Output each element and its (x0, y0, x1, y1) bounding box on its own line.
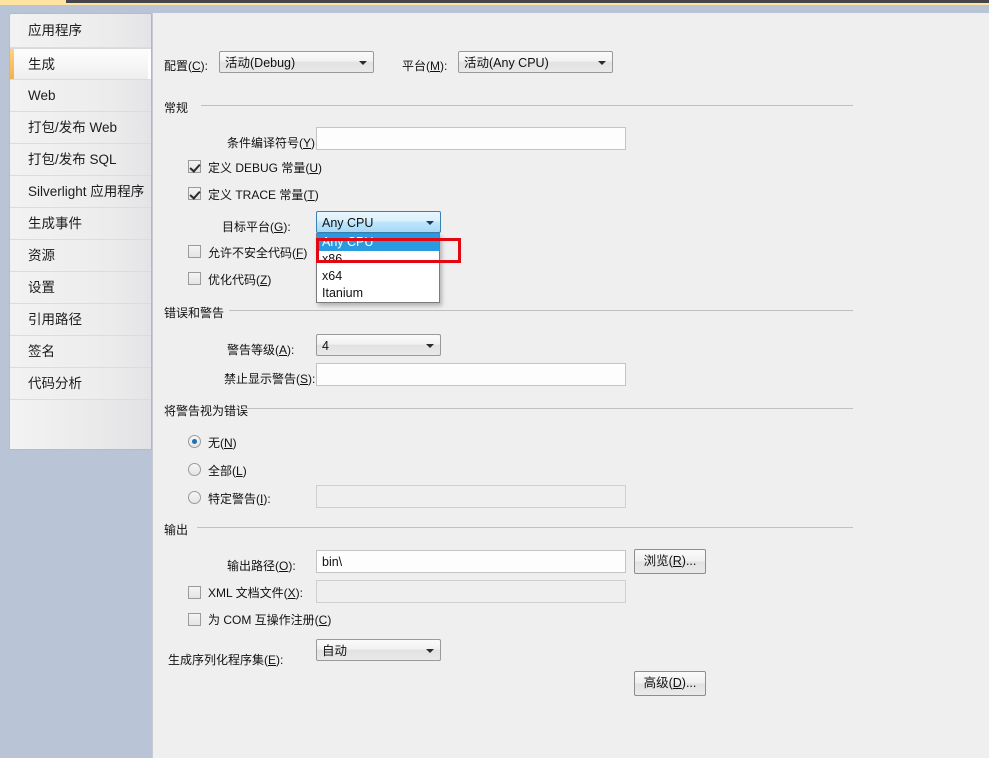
define-trace-label: 定义 TRACE 常量(T) (208, 188, 319, 202)
sidebar-tabs: 应用程序 生成 Web 打包/发布 Web 打包/发布 SQL Silverli… (9, 13, 152, 450)
suppress-warnings-input[interactable] (316, 363, 626, 386)
warnings-all-label: 全部(L) (208, 464, 247, 478)
chevron-down-icon (598, 61, 606, 65)
dropdown-option-itanium[interactable]: Itanium (317, 285, 439, 302)
optimize-code-label: 优化代码(Z) (208, 273, 272, 287)
dropdown-option-label: x64 (322, 269, 343, 283)
titlebar-blue-strip (0, 5, 989, 13)
warnings-as-errors-group-title: 将警告视为错误 (164, 404, 249, 418)
target-platform-dropdown-list[interactable]: Any CPU x86 x64 Itanium (316, 233, 440, 303)
sidebar-item-label: Web (28, 88, 56, 103)
specific-warnings-input[interactable] (316, 485, 626, 508)
dropdown-option-label: x86 (322, 252, 343, 266)
sidebar-item-label: Silverlight 应用程序 (28, 184, 145, 199)
output-path-label: 输出路径(O): (227, 559, 296, 573)
build-settings-panel: 配置(C): 活动(Debug) 平台(M): 活动(Any CPU) 常规 条… (152, 13, 989, 758)
warnings-as-errors-group-divider (243, 408, 853, 409)
chevron-down-icon (426, 649, 434, 653)
define-debug-label: 定义 DEBUG 常量(U) (208, 161, 323, 175)
sidebar-item-label: 签名 (28, 344, 55, 359)
sidebar-item-signing[interactable]: 签名 (10, 336, 151, 368)
titlebar-dark-strip (66, 0, 989, 3)
sidebar-item-package-sql[interactable]: 打包/发布 SQL (10, 144, 151, 176)
configuration-value: 活动(Debug) (225, 56, 296, 70)
sidebar-item-label: 打包/发布 Web (28, 120, 118, 135)
com-interop-label: 为 COM 互操作注册(C) (208, 613, 332, 627)
configuration-label: 配置(C): (164, 59, 209, 73)
sidebar-item-label: 设置 (28, 280, 55, 295)
conditional-symbols-label: 条件编译符号(Y): (227, 136, 319, 150)
sidebar-item-label: 应用程序 (28, 23, 82, 38)
sidebar-item-label: 生成 (28, 57, 55, 72)
serialization-label: 生成序列化程序集(E): (168, 653, 284, 667)
sidebar-item-build[interactable]: 生成 (10, 48, 151, 80)
sidebar-angled-cut (9, 444, 161, 486)
chevron-down-icon (426, 344, 434, 348)
serialization-value: 自动 (322, 644, 348, 658)
target-platform-combobox[interactable]: Any CPU (316, 211, 441, 233)
dropdown-option-x64[interactable]: x64 (317, 268, 439, 285)
target-platform-label: 目标平台(G): (222, 220, 291, 234)
sidebar-item-label: 打包/发布 SQL (28, 152, 117, 167)
configuration-combobox[interactable]: 活动(Debug) (219, 51, 374, 73)
output-path-value: bin\ (322, 555, 343, 569)
chevron-down-icon (359, 61, 367, 65)
sidebar-item-build-events[interactable]: 生成事件 (10, 208, 151, 240)
serialization-combobox[interactable]: 自动 (316, 639, 441, 661)
chevron-down-icon (426, 221, 434, 225)
platform-combobox[interactable]: 活动(Any CPU) (458, 51, 613, 73)
sidebar-item-label: 资源 (28, 248, 55, 263)
output-group-divider (197, 527, 853, 528)
xml-doc-checkbox[interactable] (188, 586, 201, 599)
sidebar-item-application[interactable]: 应用程序 (10, 14, 151, 48)
sidebar-item-reference-paths[interactable]: 引用路径 (10, 304, 151, 336)
dropdown-option-any-cpu[interactable]: Any CPU (317, 234, 439, 251)
platform-label: 平台(M): (402, 59, 448, 73)
target-platform-value: Any CPU (322, 216, 374, 230)
browse-button[interactable]: 浏览(R)... (634, 549, 706, 574)
output-group-title: 输出 (164, 523, 189, 537)
general-group-title: 常规 (164, 101, 189, 115)
warnings-specific-label: 特定警告(I): (208, 492, 271, 506)
optimize-code-checkbox[interactable] (188, 272, 201, 285)
dropdown-option-label: Any CPU (322, 235, 374, 249)
warnings-specific-radio[interactable] (188, 491, 201, 504)
allow-unsafe-label: 允许不安全代码(F) (208, 246, 308, 260)
com-interop-checkbox[interactable] (188, 613, 201, 626)
sidebar-item-resources[interactable]: 资源 (10, 240, 151, 272)
errors-warnings-group-divider (229, 310, 853, 311)
errors-warnings-group-title: 错误和警告 (164, 306, 225, 320)
sidebar-item-code-analysis[interactable]: 代码分析 (10, 368, 151, 400)
define-trace-checkbox[interactable] (188, 187, 201, 200)
sidebar-item-settings[interactable]: 设置 (10, 272, 151, 304)
xml-doc-input[interactable] (316, 580, 626, 603)
warnings-none-radio[interactable] (188, 435, 201, 448)
warning-level-value: 4 (322, 339, 329, 353)
xml-doc-label: XML 文档文件(X): (208, 586, 303, 600)
sidebar-item-label: 引用路径 (28, 312, 82, 327)
suppress-warnings-label: 禁止显示警告(S): (224, 372, 316, 386)
conditional-symbols-input[interactable] (316, 127, 626, 150)
sidebar-item-package-web[interactable]: 打包/发布 Web (10, 112, 151, 144)
sidebar-item-web[interactable]: Web (10, 80, 151, 112)
output-path-input[interactable]: bin\ (316, 550, 626, 573)
warnings-none-label: 无(N) (208, 436, 237, 450)
dropdown-option-label: Itanium (322, 286, 363, 300)
advanced-button[interactable]: 高级(D)... (634, 671, 706, 696)
warning-level-label: 警告等级(A): (227, 343, 295, 357)
warnings-all-radio[interactable] (188, 463, 201, 476)
warning-level-combobox[interactable]: 4 (316, 334, 441, 356)
properties-window: 应用程序 生成 Web 打包/发布 Web 打包/发布 SQL Silverli… (0, 0, 989, 758)
sidebar-item-label: 代码分析 (28, 376, 82, 391)
define-debug-checkbox[interactable] (188, 160, 201, 173)
allow-unsafe-checkbox[interactable] (188, 245, 201, 258)
sidebar-item-label: 生成事件 (28, 216, 82, 231)
platform-value: 活动(Any CPU) (464, 56, 549, 70)
dropdown-option-x86[interactable]: x86 (317, 251, 439, 268)
sidebar-item-silverlight[interactable]: Silverlight 应用程序 (10, 176, 151, 208)
general-group-divider (201, 105, 853, 106)
